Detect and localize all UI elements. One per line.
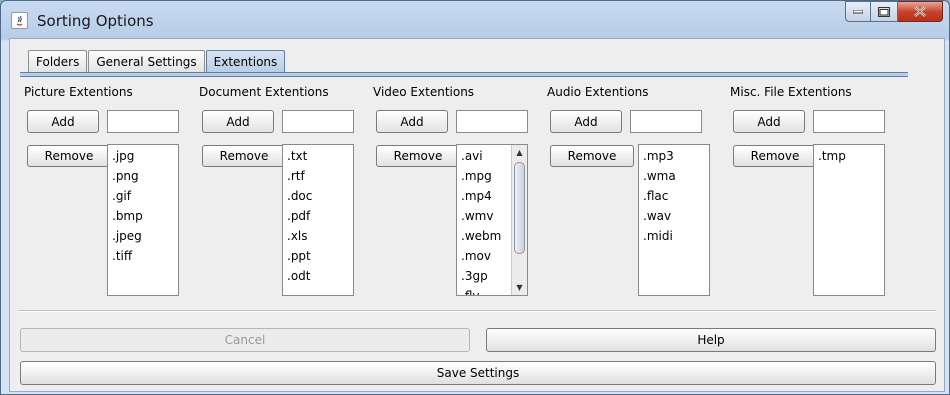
extention-list[interactable]: .avi .mpg .mp4 .wmv .webm .mov .3gp .flv ▲ ▼ [456, 144, 528, 296]
vertical-scrollbar[interactable]: ▲ ▼ [511, 145, 527, 295]
scroll-up-icon[interactable]: ▲ [512, 145, 527, 160]
group-label: Video Extentions [373, 85, 475, 99]
list-item[interactable]: .pdf [283, 206, 353, 226]
list-item[interactable]: .rtf [283, 166, 353, 186]
dialog-content: Folders General Settings Extentions Pict… [9, 38, 945, 392]
add-button[interactable]: Add [27, 110, 99, 133]
window-title: Sorting Options [37, 12, 154, 30]
list-item[interactable]: .wav [639, 206, 709, 226]
extention-input[interactable] [107, 110, 179, 133]
scroll-thumb[interactable] [514, 162, 525, 254]
title-bar[interactable]: Sorting Options [1, 1, 949, 41]
tab-bar: Folders General Settings Extentions [28, 50, 286, 73]
close-button[interactable] [898, 1, 943, 22]
cancel-button[interactable]: Cancel [20, 328, 470, 352]
list-item[interactable]: .mp3 [639, 146, 709, 166]
maximize-button[interactable] [871, 1, 898, 22]
add-button[interactable]: Add [202, 110, 274, 133]
list-item[interactable]: .tmp [814, 146, 884, 166]
add-button[interactable]: Add [733, 110, 805, 133]
tab-folders[interactable]: Folders [28, 50, 88, 72]
sorting-options-window: Sorting Options Folders General Settings… [0, 0, 950, 395]
list-item[interactable]: .tiff [108, 246, 178, 266]
close-icon [914, 6, 926, 17]
remove-button[interactable]: Remove [27, 145, 111, 167]
list-item[interactable]: .gif [108, 186, 178, 206]
extention-list[interactable]: .tmp [813, 144, 885, 296]
list-item[interactable]: .bmp [108, 206, 178, 226]
extention-input[interactable] [813, 110, 885, 133]
group-label: Audio Extentions [547, 85, 649, 99]
remove-button[interactable]: Remove [733, 145, 817, 167]
list-item[interactable]: .jpeg [108, 226, 178, 246]
add-button[interactable]: Add [376, 110, 448, 133]
maximize-icon [878, 6, 890, 17]
divider [18, 310, 936, 312]
tab-general-settings[interactable]: General Settings [88, 50, 205, 72]
remove-button[interactable]: Remove [550, 145, 634, 167]
list-item[interactable]: .xls [283, 226, 353, 246]
list-item[interactable]: .jpg [108, 146, 178, 166]
list-item[interactable]: .png [108, 166, 178, 186]
group-label: Picture Extentions [24, 85, 133, 99]
java-app-icon [11, 12, 28, 29]
extention-input[interactable] [456, 110, 528, 133]
list-item[interactable]: .midi [639, 226, 709, 246]
list-item[interactable]: .ppt [283, 246, 353, 266]
scroll-down-icon[interactable]: ▼ [512, 280, 527, 295]
remove-button[interactable]: Remove [202, 145, 286, 167]
add-button[interactable]: Add [550, 110, 622, 133]
list-item[interactable]: .wma [639, 166, 709, 186]
minimize-icon [853, 9, 863, 13]
list-item[interactable]: .doc [283, 186, 353, 206]
extention-input[interactable] [282, 110, 354, 133]
extention-list[interactable]: .mp3 .wma .flac .wav .midi [638, 144, 710, 296]
save-settings-button[interactable]: Save Settings [20, 361, 936, 385]
remove-button[interactable]: Remove [376, 145, 460, 167]
list-item[interactable]: .txt [283, 146, 353, 166]
list-item[interactable]: .odt [283, 266, 353, 286]
extention-list[interactable]: .jpg .png .gif .bmp .jpeg .tiff [107, 144, 179, 296]
group-label: Misc. File Extentions [730, 85, 852, 99]
extention-list[interactable]: .txt .rtf .doc .pdf .xls .ppt .odt [282, 144, 354, 296]
extention-input[interactable] [630, 110, 702, 133]
group-label: Document Extentions [199, 85, 329, 99]
help-button[interactable]: Help [486, 328, 936, 352]
tab-underline [20, 72, 908, 77]
tab-extentions[interactable]: Extentions [205, 50, 286, 73]
minimize-button[interactable] [845, 1, 871, 22]
list-item[interactable]: .flac [639, 186, 709, 206]
